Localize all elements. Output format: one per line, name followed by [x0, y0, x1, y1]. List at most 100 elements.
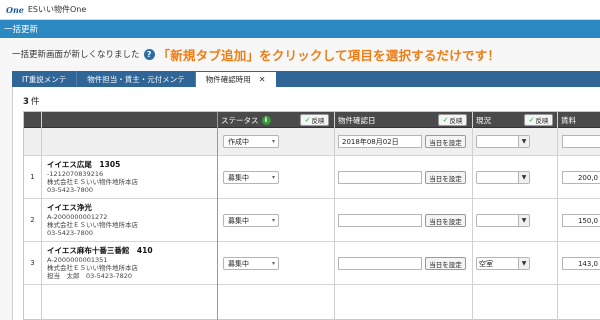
- input-value: 200,0: [577, 173, 598, 182]
- count-unit: 件: [30, 97, 40, 107]
- property-info: イイエス麻布十番三番館 410 A-2000000001351 株式会社ＥＳいい…: [47, 246, 215, 280]
- dropdown-arrow-icon: ▼: [518, 136, 529, 147]
- input-value: 2018年08月02日: [342, 137, 399, 146]
- reflect-status-button[interactable]: ✓ 反映: [300, 114, 329, 126]
- app-logo: One: [6, 4, 24, 15]
- property-company: 株式会社ＥＳいい物件地所本店: [47, 178, 138, 186]
- tab-owner-maintenance[interactable]: 物件担当・賃主・元付メンテ: [77, 71, 196, 87]
- rent-input[interactable]: 150,0: [562, 214, 600, 227]
- current-select[interactable]: ▼: [476, 171, 530, 184]
- tab-it-explanation[interactable]: IT重説メンテ: [12, 71, 78, 87]
- input-value: 143,0: [577, 259, 598, 268]
- button-label: 当日を設定: [429, 217, 462, 226]
- confirm-date-input[interactable]: [338, 214, 422, 227]
- status-select[interactable]: 募集中 ▾: [223, 171, 279, 184]
- property-id: -1212070839216: [47, 170, 104, 178]
- property-tel: 03-5423-7800: [47, 186, 94, 194]
- page-title: 一括更新: [4, 25, 39, 35]
- row-number: 3: [30, 259, 35, 267]
- close-icon[interactable]: ✕: [259, 75, 266, 84]
- bulk-status-select[interactable]: 作成中 ▾: [223, 135, 279, 148]
- input-value: 150,0: [577, 216, 598, 225]
- tab-property-confirmation[interactable]: 物件確認時用 ✕: [195, 72, 276, 87]
- property-tel: 03-5423-7800: [47, 229, 94, 237]
- property-tel: 担当 太郎 03-5423-7820: [47, 272, 133, 280]
- column-label: ステータス: [221, 115, 259, 125]
- chevron-down-icon: ▾: [271, 217, 275, 224]
- rent-input[interactable]: 143,0: [562, 257, 600, 270]
- chevron-down-icon: ▾: [271, 260, 275, 267]
- select-value: 募集中: [228, 173, 249, 182]
- check-icon: ✓: [304, 116, 311, 124]
- column-divider: [557, 112, 558, 320]
- notice-text: 一括更新画面が新しくなりました: [12, 50, 140, 60]
- property-company: 株式会社ＥＳいい物件地所本店: [47, 264, 138, 272]
- title-bar: One ESいい物件One: [0, 0, 600, 20]
- button-label: 反映: [311, 117, 325, 125]
- current-select[interactable]: ▼: [476, 214, 530, 227]
- check-icon: ✓: [442, 116, 449, 124]
- dropdown-arrow-icon: ▼: [518, 258, 529, 269]
- property-info: イイエス浄光 A-2000000001272 株式会社ＥＳいい物件地所本店 03…: [47, 203, 215, 237]
- column-label: 賃料: [561, 115, 576, 125]
- result-count: 3件: [23, 95, 39, 107]
- tab-label: IT重説メンテ: [22, 74, 67, 84]
- column-label: 現況: [476, 115, 491, 125]
- property-info: イイエス広尾 1305 -1212070839216 株式会社ＥＳいい物件地所本…: [47, 160, 215, 194]
- column-divider: [41, 112, 42, 320]
- property-name: イイエス麻布十番三番館 410: [47, 246, 153, 255]
- tab-label: 物件担当・賃主・元付メンテ: [87, 74, 185, 84]
- dropdown-arrow-icon: ▼: [518, 172, 529, 183]
- chevron-down-icon: ▾: [271, 174, 275, 181]
- tab-bar: IT重説メンテ 物件担当・賃主・元付メンテ 物件確認時用 ✕: [12, 71, 600, 87]
- column-divider: [334, 112, 335, 320]
- column-header-confirm-date: 物件確認日: [338, 112, 376, 128]
- reflect-date-button[interactable]: ✓ 反映: [438, 114, 467, 126]
- current-select[interactable]: 空室 ▼: [476, 257, 530, 270]
- status-select[interactable]: 募集中 ▾: [223, 214, 279, 227]
- rent-input[interactable]: 200,0: [562, 171, 600, 184]
- count-value: 3: [23, 97, 29, 107]
- property-id: A-2000000001272: [47, 213, 108, 221]
- row-number: 1: [30, 173, 35, 181]
- column-header-current: 現況: [476, 112, 491, 128]
- page-header: 一括更新: [0, 20, 600, 38]
- confirm-date-input[interactable]: [338, 171, 422, 184]
- property-id: A-2000000001351: [47, 256, 108, 264]
- button-label: 反映: [535, 117, 549, 125]
- bulk-confirm-date-input[interactable]: 2018年08月02日: [338, 135, 422, 148]
- main-content: 一括更新画面が新しくなりました ? 「新規タブ追加」をクリックして項目を選択する…: [0, 38, 600, 320]
- set-today-button[interactable]: 当日を設定: [425, 257, 466, 270]
- button-label: 当日を設定: [429, 174, 462, 183]
- row-number: 2: [30, 216, 35, 224]
- help-icon[interactable]: ?: [143, 48, 155, 60]
- button-label: 反映: [449, 117, 463, 125]
- button-label: 当日を設定: [429, 138, 462, 147]
- app-title: ESいい物件One: [27, 5, 87, 14]
- notice-highlight: 「新規タブ追加」をクリックして項目を選択するだけです！: [157, 47, 501, 63]
- reflect-current-button[interactable]: ✓ 反映: [524, 114, 553, 126]
- column-header-rent: 賃料: [561, 112, 576, 128]
- confirm-date-input[interactable]: [338, 257, 422, 270]
- column-divider: [217, 112, 218, 320]
- tab-label: 物件確認時用: [205, 75, 251, 84]
- bulk-set-today-button[interactable]: 当日を設定: [425, 135, 466, 148]
- bulk-rent-input[interactable]: [562, 135, 600, 148]
- property-company: 株式会社ＥＳいい物件地所本店: [47, 221, 138, 229]
- button-label: 当日を設定: [429, 260, 462, 269]
- select-value: 募集中: [228, 259, 249, 268]
- property-name: イイエス浄光: [47, 203, 92, 212]
- chevron-down-icon: ▾: [271, 138, 275, 145]
- select-value: 募集中: [228, 216, 249, 225]
- bulk-current-select[interactable]: ▼: [476, 135, 530, 148]
- select-value: 空室: [479, 259, 493, 268]
- dropdown-arrow-icon: ▼: [518, 215, 529, 226]
- set-today-button[interactable]: 当日を設定: [425, 214, 466, 227]
- data-grid: ステータス i ✓ 反映 物件確認日 ✓ 反映 現況 ✓ 反映 賃料 作成中 ▾…: [23, 111, 600, 320]
- column-label: 物件確認日: [338, 115, 376, 125]
- property-name: イイエス広尾 1305: [47, 160, 121, 169]
- check-icon: ✓: [528, 116, 535, 124]
- tab-panel: 3件 ステータス i ✓ 反映 物件確認日 ✓ 反映 現況 ✓ 反映 賃料 作成…: [12, 87, 600, 320]
- status-select[interactable]: 募集中 ▾: [223, 257, 279, 270]
- set-today-button[interactable]: 当日を設定: [425, 171, 466, 184]
